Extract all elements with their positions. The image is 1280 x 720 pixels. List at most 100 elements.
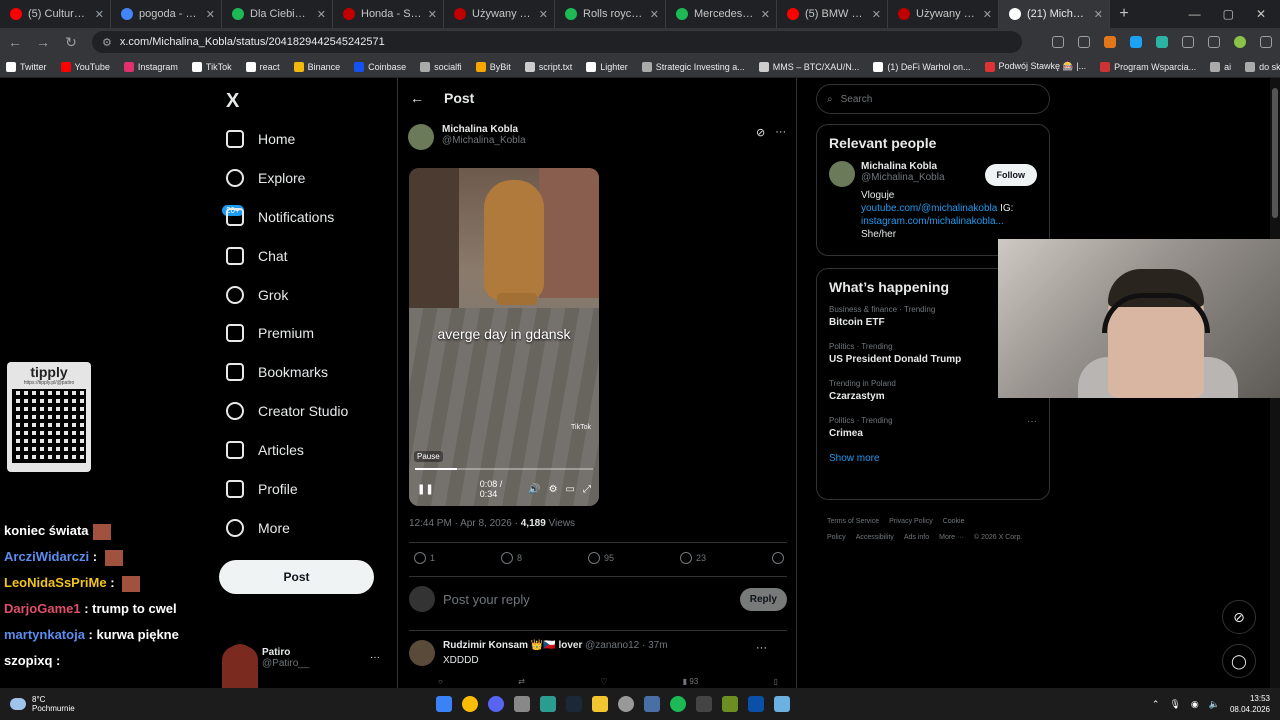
mic-icon[interactable]: 🎙 [1169, 699, 1180, 710]
browser-tab[interactable]: pogoda - Szukaj w ✕ [111, 0, 222, 28]
pause-icon[interactable]: ❚❚ [417, 484, 434, 495]
x-logo[interactable]: X [226, 90, 239, 113]
reply-input[interactable]: Post your reply [443, 592, 732, 607]
bookmark-item[interactable]: Instagram [123, 61, 178, 72]
bookmark-item[interactable]: script.txt [524, 61, 572, 72]
messages-fab-icon[interactable]: ◯ [1222, 644, 1256, 678]
footer-link[interactable]: Privacy Policy [889, 518, 933, 525]
repost-icon[interactable]: ⇄ [518, 677, 525, 686]
pip-icon[interactable]: ▭ [566, 484, 575, 495]
author-handle[interactable]: @Michalina_Kobla [442, 135, 526, 146]
spotify-icon[interactable] [670, 696, 686, 712]
folder-icon[interactable] [592, 696, 608, 712]
close-icon[interactable]: ✕ [761, 8, 770, 21]
weather-widget[interactable]: 8°C Pochmurnie [0, 695, 200, 713]
nav-item-articles[interactable]: Articles [226, 441, 304, 459]
reload-icon[interactable]: ↻ [64, 34, 78, 51]
nav-item-grok[interactable]: Grok [226, 286, 288, 304]
profile-avatar-icon[interactable] [1234, 36, 1246, 48]
close-icon[interactable]: ✕ [872, 8, 881, 21]
app-icon[interactable] [748, 696, 764, 712]
footer-link[interactable]: More ··· [939, 534, 964, 541]
browser-tab[interactable]: Honda - Samocho ✕ [333, 0, 444, 28]
follow-button[interactable]: Follow [984, 164, 1037, 186]
close-icon[interactable]: ✕ [1094, 8, 1103, 21]
bookmark-item[interactable]: MMS – BTC/XAU/N... [758, 61, 859, 72]
bookmark-item[interactable]: ByBit [475, 61, 511, 72]
post-button[interactable]: Post [219, 560, 374, 594]
browser-tab[interactable]: Używany Toyota C ✕ [444, 0, 555, 28]
app-icon[interactable] [514, 696, 530, 712]
relevant-person[interactable]: Michalina Kobla @Michalina_Kobla Follow … [829, 161, 1037, 241]
close-icon[interactable]: ✕ [1256, 7, 1266, 21]
bookmark-item[interactable]: Program Wsparcia... [1100, 61, 1196, 72]
browser-tab[interactable]: (5) BMW M3 E92 ✕ [777, 0, 888, 28]
nav-item-chat[interactable]: Chat [226, 247, 288, 265]
author-name[interactable]: Michalina Kobla [442, 124, 526, 135]
speaker-icon[interactable]: 🔈 [1209, 699, 1220, 710]
nav-item-home[interactable]: Home [226, 130, 295, 148]
video-player[interactable]: averge day in gdansk TikTok Pause ❚❚ 0:0… [409, 168, 599, 506]
like-action[interactable]: 95 [588, 552, 614, 564]
post-timestamp[interactable]: 12:44 PM · Apr 8, 2026 · [409, 518, 521, 529]
cast-icon[interactable] [1052, 36, 1064, 48]
start-icon[interactable] [436, 696, 452, 712]
grok-fab-icon[interactable]: ⊘ [1222, 600, 1256, 634]
bookmark-icon[interactable]: ▯ [774, 677, 778, 686]
app-icon[interactable] [618, 696, 634, 712]
video-progress[interactable] [415, 468, 593, 470]
site-info-icon[interactable]: ⚙ [102, 36, 112, 49]
footer-link[interactable]: Accessibility [856, 534, 894, 541]
share-action[interactable] [772, 552, 784, 564]
comment-item[interactable]: Rudzimir Konsam 👑🇨🇿 lover @zanano12 · 37… [409, 640, 787, 666]
grok-icon[interactable]: ⊘ [756, 126, 765, 139]
fullscreen-icon[interactable]: ⤢ [583, 484, 591, 495]
network-icon[interactable]: ◉ [1191, 699, 1199, 710]
close-icon[interactable]: ✕ [95, 8, 104, 21]
scrollbar-thumb[interactable] [1272, 88, 1278, 218]
show-more-link[interactable]: Show more [829, 453, 1037, 464]
nav-item-bookmarks[interactable]: Bookmarks [226, 363, 328, 381]
media-icon[interactable] [1208, 36, 1220, 48]
bookmark-item[interactable]: ai [1210, 61, 1231, 72]
nav-item-creator-studio[interactable]: Creator Studio [226, 402, 348, 420]
metamask-icon[interactable] [1104, 36, 1116, 48]
close-icon[interactable]: ✕ [206, 8, 215, 21]
browser-tab[interactable]: Dla Ciebie wszystk ✕ [222, 0, 333, 28]
footer-link[interactable]: Ads info [904, 534, 929, 541]
bookmark-item[interactable]: socialfi [420, 61, 462, 72]
youtube-link[interactable]: youtube.com/@michalinakobla [861, 203, 997, 214]
forward-icon[interactable]: → [36, 34, 50, 50]
browser-tab[interactable]: (21) Michalina ✕ [999, 0, 1110, 28]
minimize-icon[interactable]: — [1189, 7, 1201, 21]
more-dots-icon[interactable]: ··· [1027, 416, 1037, 427]
app-icon[interactable] [696, 696, 712, 712]
more-dots-icon[interactable]: ··· [756, 642, 767, 654]
volume-icon[interactable]: 🔊 [528, 484, 540, 495]
nav-item-explore[interactable]: Explore [226, 169, 305, 187]
notepad-icon[interactable] [774, 696, 790, 712]
steam-icon[interactable] [566, 696, 582, 712]
footer-link[interactable]: Terms of Service [827, 518, 879, 525]
heart-icon[interactable]: ♡ [600, 677, 607, 686]
nav-item-profile[interactable]: Profile [226, 480, 298, 498]
address-bar[interactable]: ⚙ x.com/Michalina_Kobla/status/204182944… [92, 31, 1022, 53]
search-input[interactable]: ⌕ Search [816, 84, 1050, 114]
close-icon[interactable]: ✕ [650, 8, 659, 21]
browser-tab[interactable]: Rolls royce silver ✕ [555, 0, 666, 28]
back-icon[interactable]: ← [8, 34, 22, 50]
bookmark-item[interactable]: do skodzinki [1245, 61, 1280, 72]
star-icon[interactable] [1078, 36, 1090, 48]
bookmark-item[interactable]: (1) DeFi Warhol on... [873, 61, 971, 72]
bookmark-item[interactable]: Strategic Investing a... [641, 61, 745, 72]
bookmark-item[interactable]: Lighter [586, 61, 628, 72]
app-icon[interactable] [644, 696, 660, 712]
nav-item-premium[interactable]: Premium [226, 324, 314, 342]
clock[interactable]: 13:53 08.04.2026 [1230, 693, 1270, 715]
close-icon[interactable]: ✕ [983, 8, 992, 21]
browser-tab[interactable]: Mercedes W220 S ✕ [666, 0, 777, 28]
app-icon[interactable] [722, 696, 738, 712]
post-author[interactable]: Michalina Kobla @Michalina_Kobla [408, 124, 526, 150]
views-action[interactable]: ▮ 93 [683, 677, 699, 686]
browser-tab[interactable]: Używany Mitsubi ✕ [888, 0, 999, 28]
